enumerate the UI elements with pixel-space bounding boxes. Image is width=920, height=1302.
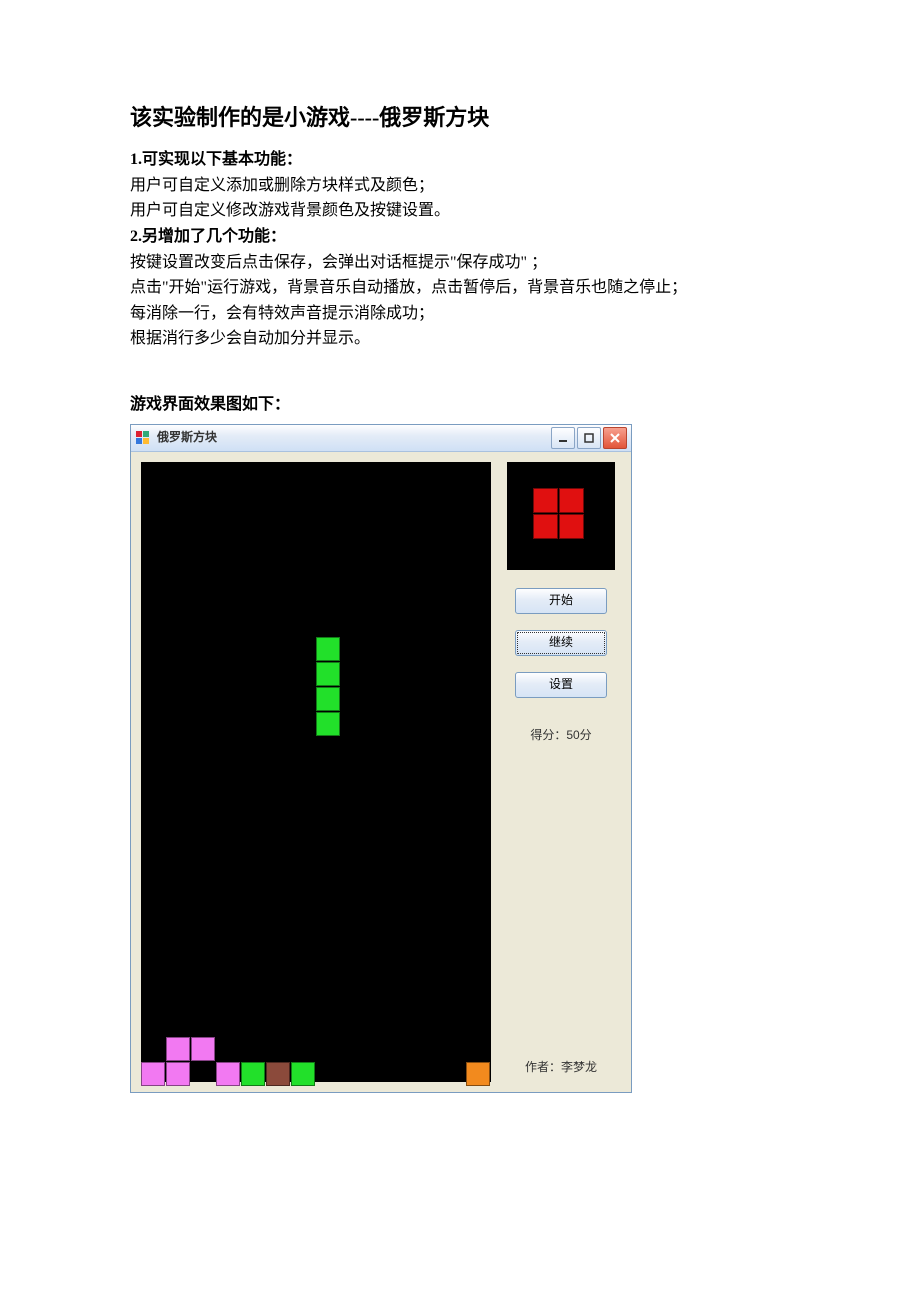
screenshot-caption: 游戏界面效果图如下： xyxy=(130,392,790,418)
window-body: 开始 继续 设置 得分：50分 作者：李梦龙 xyxy=(131,452,631,1092)
next-piece-preview xyxy=(507,462,615,570)
score-label: 得分：50分 xyxy=(530,726,591,745)
preview-block xyxy=(533,514,558,539)
section2-line: 每消除一行，会有特效声音提示消除成功； xyxy=(130,301,790,327)
app-window: 俄罗斯方块 开始 继续 xyxy=(130,424,632,1093)
maximize-button[interactable] xyxy=(577,427,601,449)
continue-button-label: 继续 xyxy=(549,633,573,652)
tetris-block xyxy=(316,687,340,711)
section1-heading: 1.可实现以下基本功能： xyxy=(130,147,790,173)
section1-line: 用户可自定义修改游戏背景颜色及按键设置。 xyxy=(130,198,790,224)
tetris-block xyxy=(191,1037,215,1061)
section1-line: 用户可自定义添加或删除方块样式及颜色； xyxy=(130,173,790,199)
preview-block xyxy=(559,514,584,539)
section2-line: 按键设置改变后点击保存，会弹出对话框提示"保存成功" ； xyxy=(130,250,790,276)
tetris-block xyxy=(141,1062,165,1086)
titlebar: 俄罗斯方块 xyxy=(131,425,631,452)
window-title: 俄罗斯方块 xyxy=(157,428,551,447)
settings-button-label: 设置 xyxy=(549,675,573,694)
section2-line: 点击"开始"运行游戏，背景音乐自动播放，点击暂停后，背景音乐也随之停止； xyxy=(130,275,790,301)
window-controls xyxy=(551,427,627,449)
tetris-block xyxy=(316,662,340,686)
tetris-block xyxy=(216,1062,240,1086)
game-playfield xyxy=(141,462,491,1082)
preview-block xyxy=(559,488,584,513)
tetris-block xyxy=(316,712,340,736)
page-title: 该实验制作的是小游戏----俄罗斯方块 xyxy=(130,100,790,135)
minimize-button[interactable] xyxy=(551,427,575,449)
preview-block xyxy=(533,488,558,513)
close-button[interactable] xyxy=(603,427,627,449)
document-page: 该实验制作的是小游戏----俄罗斯方块 1.可实现以下基本功能： 用户可自定义添… xyxy=(0,0,920,1153)
continue-button[interactable]: 继续 xyxy=(515,630,607,656)
start-button-label: 开始 xyxy=(549,591,573,610)
tetris-block xyxy=(166,1037,190,1061)
settings-button[interactable]: 设置 xyxy=(515,672,607,698)
app-icon xyxy=(135,430,151,446)
author-label: 作者：李梦龙 xyxy=(525,1058,597,1081)
tetris-block xyxy=(291,1062,315,1086)
start-button[interactable]: 开始 xyxy=(515,588,607,614)
tetris-block xyxy=(466,1062,490,1086)
section2-heading: 2.另增加了几个功能： xyxy=(130,224,790,250)
tetris-block xyxy=(166,1062,190,1086)
tetris-block xyxy=(266,1062,290,1086)
section2-line: 根据消行多少会自动加分并显示。 xyxy=(130,326,790,352)
tetris-block xyxy=(316,637,340,661)
tetris-block xyxy=(241,1062,265,1086)
side-panel: 开始 继续 设置 得分：50分 作者：李梦龙 xyxy=(501,462,621,1082)
